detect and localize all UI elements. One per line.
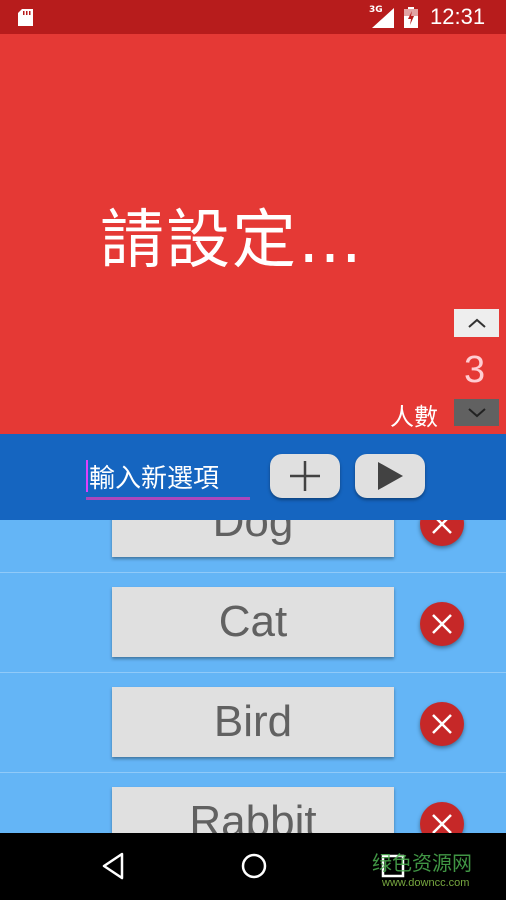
option-button[interactable]: Rabbit [112,787,394,833]
delete-option-button[interactable] [420,520,464,546]
count-increase-button[interactable] [454,309,499,337]
list-item: Cat [0,572,506,673]
play-icon [378,462,403,490]
plus-icon [290,461,320,491]
delete-option-button[interactable] [420,602,464,646]
add-option-button[interactable] [270,454,340,498]
close-icon [432,520,452,534]
navigation-bar: 绿色资源网 www.downcc.com [0,833,506,900]
option-button[interactable]: Cat [112,587,394,657]
close-icon [432,714,452,734]
signal-icon [372,8,394,28]
people-count-value: 3 [464,349,486,391]
chevron-down-icon [467,407,486,417]
count-decrease-button[interactable] [454,399,499,426]
watermark-text: 绿色资源网 [372,851,472,875]
new-option-placeholder: 輸入新選項 [89,464,220,494]
list-item: Rabbit [0,772,506,833]
sd-card-icon [18,9,33,26]
text-cursor [86,460,88,492]
option-button[interactable]: Dog [112,520,394,557]
list-item: Dog [0,520,506,573]
delete-option-button[interactable] [420,802,464,833]
status-clock: 12:31 [430,4,486,29]
option-button[interactable]: Bird [112,687,394,757]
close-icon [432,814,452,833]
watermark-url: www.downcc.com [382,877,470,889]
page-title: 請設定… [100,204,364,278]
battery-charging-icon [404,7,418,28]
chevron-up-icon [467,318,486,328]
option-list: Dog Cat Bird Rabbit [0,520,506,833]
start-button[interactable] [355,454,425,498]
back-icon[interactable] [98,851,128,881]
people-count-label: 人數 [390,403,438,431]
list-item: Bird [0,672,506,773]
delete-option-button[interactable] [420,702,464,746]
header-panel: 請設定… 3 人數 [0,34,506,434]
home-icon[interactable] [239,851,269,881]
close-icon [432,614,452,634]
status-bar: 3G 12:31 [0,0,506,34]
input-bar: 輸入新選項 [0,434,506,520]
new-option-input[interactable]: 輸入新選項 [86,454,250,500]
